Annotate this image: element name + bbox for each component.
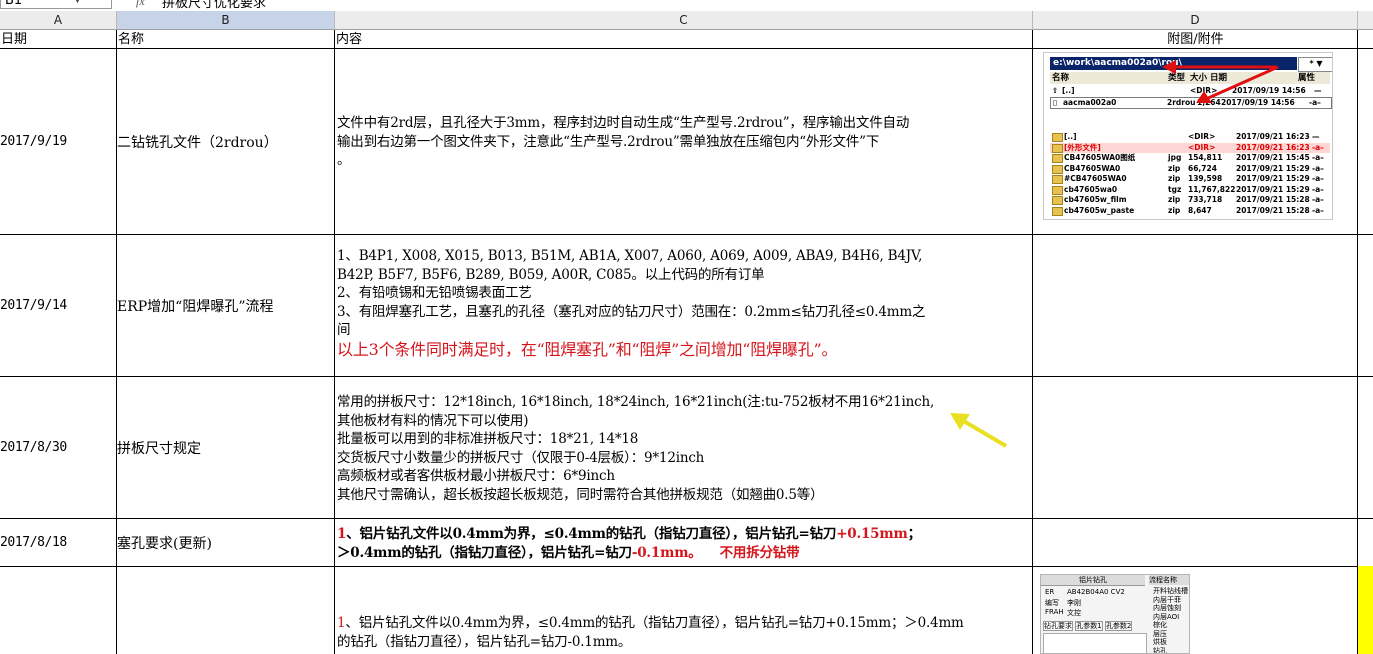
text-run-red: +0.15mm: [836, 526, 908, 542]
content-line: 2、有铅喷锡和无铅喷锡表面工艺: [337, 285, 532, 302]
list-number: 1: [337, 526, 347, 542]
content-line: 高频板材或者客供板材最小拼板尺寸：6*9inch: [337, 468, 615, 485]
cell-name[interactable]: 拼板尺寸规定: [117, 377, 333, 518]
cell-name[interactable]: 塞孔要求(更新): [117, 519, 333, 566]
chevron-down-icon[interactable]: ▼: [74, 0, 81, 5]
text-run: ；: [907, 526, 922, 542]
content-line: 1、铝片钻孔文件以0.4mm为界，≤0.4mm的钻孔（指钻刀直径），铝片钻孔=钻…: [337, 525, 1031, 544]
text-run: ＞0.4mm的钻孔（指钻刀直径），铝片钻孔=钻刀: [337, 545, 632, 561]
name-box[interactable]: B1: [0, 0, 112, 9]
fx-icon[interactable]: fx: [136, 0, 145, 9]
form-cell: AB42B04A0 CV2: [1067, 588, 1125, 596]
grid-line: [1357, 30, 1358, 654]
formula-input[interactable]: 拼板尺寸优化要求: [162, 0, 266, 11]
content-line: 的钻孔（指钻刀直径），铝片钻孔=钻刀-0.1mm。: [337, 633, 632, 650]
form-table: [1043, 633, 1147, 653]
content-line: 。: [337, 152, 351, 169]
form-side-item: 钻孔: [1153, 646, 1167, 654]
header-name[interactable]: 名称: [117, 30, 334, 49]
cell-content[interactable]: 1、B4P1, X008, X015, B013, B51M, AB1A, X0…: [337, 247, 1031, 360]
content-line: 其他板材有料的情况下可以使用): [337, 412, 529, 429]
form-cell: 文控: [1067, 609, 1081, 617]
cell-content[interactable]: 1、铝片钻孔文件以0.4mm为界，≤0.4mm的钻孔（指钻刀直径），铝片钻孔=钻…: [337, 525, 1031, 563]
header-date[interactable]: 日期: [0, 30, 116, 49]
header-content[interactable]: 内容: [335, 30, 1032, 49]
cell-date[interactable]: 2017/8/30: [0, 377, 115, 518]
yellow-fill-cell[interactable]: [1358, 566, 1373, 654]
content-line: 其他尺寸需确认，超长板按超长板规范，同时需符合其他拼板规范（如翘曲0.5等）: [337, 486, 824, 503]
column-header-b[interactable]: B: [117, 11, 335, 30]
yellow-arrow-annotation: [950, 413, 1008, 448]
cell-content[interactable]: 1、铝片钻孔文件以0.4mm为界，≤0.4mm的钻孔（指钻刀直径），铝片钻孔=钻…: [337, 614, 1031, 651]
content-line: ＞0.4mm的钻孔（指钻刀直径），铝片钻孔=钻刀-0.1mm。 不用拆分钻带: [337, 544, 1031, 563]
content-line: 批量板可以用到的非标准拼板尺寸：18*21, 14*18: [337, 431, 639, 448]
formula-bar: B1 ▼ fx 拼板尺寸优化要求: [0, 0, 1373, 11]
content-line: 输出到右边第一个图文件夹下，注意此“生产型号.2rdrou”需单独放在压缩包内“…: [337, 133, 880, 150]
header-attachment[interactable]: 附图/附件: [1033, 30, 1357, 49]
form-cell: 编写: [1045, 599, 1059, 607]
cell-content[interactable]: 文件中有2rd层，且孔径大于3mm，程序封边时自动生成“生产型号.2rdrou”…: [337, 114, 1031, 170]
content-line: 间: [337, 322, 351, 339]
cell-date[interactable]: 2017/8/18: [0, 519, 115, 566]
form-cell: 李刚: [1067, 599, 1081, 607]
cell-content[interactable]: 常用的拼板尺寸：12*18inch, 16*18inch, 18*24inch,…: [337, 393, 1031, 505]
content-line: 3、有阻焊塞孔工艺，且塞孔的孔径（塞孔对应的钻刀尺寸）范围在：0.2mm≤钻刀孔…: [337, 303, 926, 320]
cell-name[interactable]: 二钻铣孔文件（2rdrou）: [117, 49, 333, 234]
form-tab: 钻孔要求: [1043, 621, 1073, 631]
cell-date[interactable]: 2017/9/19: [0, 49, 115, 234]
grid-line: [0, 566, 1373, 567]
column-header-d[interactable]: D: [1033, 11, 1358, 30]
form-tab: 孔参数2: [1104, 621, 1133, 631]
form-cell: FRAH: [1045, 608, 1064, 616]
content-line: 常用的拼板尺寸：12*18inch, 16*18inch, 18*24inch,…: [337, 394, 935, 410]
attachment-image-file-list[interactable]: e:\work\aacma002a0\rou\ * ▼ 名称 类型 大小 日期 …: [1043, 52, 1333, 220]
cell-name[interactable]: ERP增加“阻焊曝孔”流程: [117, 235, 333, 376]
red-arrow-annotation: [1162, 60, 1279, 103]
form-tab: 孔参数1: [1075, 621, 1103, 631]
cell-date[interactable]: 2017/9/14: [0, 235, 115, 376]
form-side-title: 流程名称: [1149, 575, 1189, 585]
text-run-red: 不用拆分钻带: [719, 545, 800, 561]
form-title: 铝片钻孔: [1041, 575, 1145, 586]
form-cell: ER: [1045, 588, 1055, 596]
column-header-c[interactable]: C: [335, 11, 1033, 30]
column-header-a[interactable]: A: [0, 11, 117, 30]
form-tabs: 钻孔要求 孔参数1 孔参数2: [1043, 621, 1145, 631]
grid-line: [1032, 30, 1033, 654]
highlight-line: 以上3个条件同时满足时，在“阻焊塞孔”和“阻焊”之间增加“阻焊曝孔”。: [337, 339, 838, 359]
content-line: 1、铝片钻孔文件以0.4mm为界，≤0.4mm的钻孔（指钻刀直径），铝片钻孔=钻…: [337, 614, 1031, 633]
column-header-e[interactable]: [1358, 11, 1373, 30]
content-line: B42P, B5F7, B5F6, B289, B059, A00R, C085…: [337, 266, 765, 283]
text-gap: [702, 545, 720, 561]
content-line: 1、B4P1, X008, X015, B013, B51M, AB1A, X0…: [337, 248, 923, 264]
text-run: 、铝片钻孔文件以0.4mm为界，≤0.4mm的钻孔（指钻刀直径），铝片钻孔=钻刀: [346, 526, 837, 542]
text-run: 、铝片钻孔文件以0.4mm为界，≤0.4mm的钻孔（指钻刀直径），铝片钻孔=钻刀…: [345, 615, 964, 631]
grid-line: [334, 30, 335, 654]
content-line: 交货板尺寸小数量少的拼板尺寸（仅限于0-4层板）：9*12inch: [337, 449, 705, 466]
attachment-image-drill-form[interactable]: 铝片钻孔 流程名称 ER AB42B04A0 CV2 编写 李刚 FRAH 文控 开料钻线…: [1040, 574, 1190, 654]
content-line: 文件中有2rd层，且孔径大于3mm，程序封边时自动生成“生产型号.2rdrou”…: [337, 115, 910, 131]
text-run-red: -0.1mm。: [631, 545, 702, 561]
